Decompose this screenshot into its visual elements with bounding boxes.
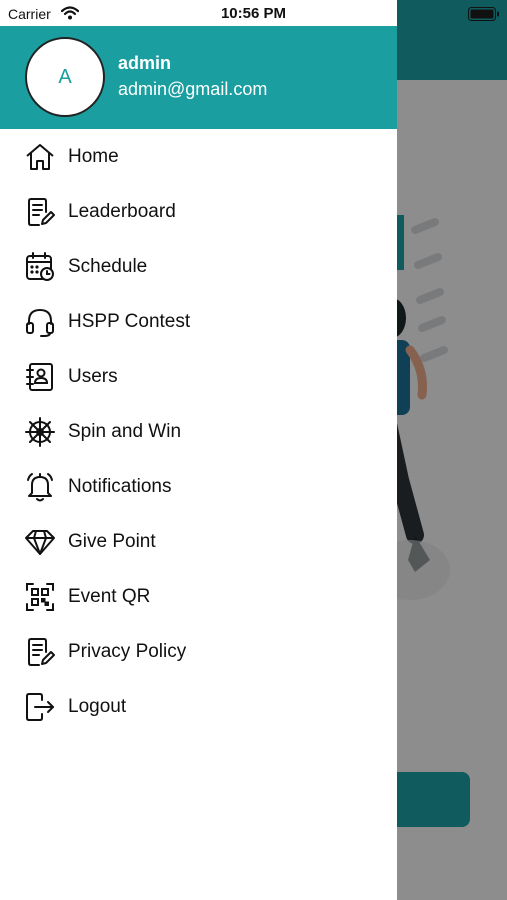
menu-item-leaderboard[interactable]: Leaderboard (0, 184, 397, 239)
menu-label-privacy-policy: Privacy Policy (68, 641, 187, 662)
menu-label-home: Home (68, 146, 119, 167)
calendar-clock-icon (24, 251, 56, 283)
menu-item-event-qr[interactable]: Event QR (0, 569, 397, 624)
contact-book-icon (24, 361, 56, 393)
menu-item-users[interactable]: Users (0, 349, 397, 404)
clock: 10:56 PM (220, 5, 287, 22)
menu-item-notifications[interactable]: Notifications (0, 459, 397, 514)
status-bar: Carrier 10:56 PM (0, 0, 507, 27)
diamond-icon (24, 526, 56, 558)
qr-code-icon (24, 581, 56, 613)
menu-item-give-point[interactable]: Give Point (0, 514, 397, 569)
drawer-menu: Home Leaderboard Schedule HSPP Contest U… (0, 129, 397, 734)
user-name: admin (118, 53, 172, 73)
menu-label-spin-and-win: Spin and Win (68, 421, 182, 442)
logout-icon (24, 691, 56, 723)
menu-label-notifications: Notifications (68, 476, 172, 497)
home-icon (24, 141, 56, 173)
menu-label-hspp-contest: HSPP Contest (68, 311, 191, 332)
ship-wheel-icon (24, 416, 56, 448)
document-edit-icon (24, 636, 56, 668)
bell-icon (24, 471, 56, 503)
menu-label-logout: Logout (68, 696, 127, 717)
headset-icon (24, 306, 56, 338)
menu-label-schedule: Schedule (68, 256, 148, 277)
menu-item-hspp-contest[interactable]: HSPP Contest (0, 294, 397, 349)
menu-item-privacy-policy[interactable]: Privacy Policy (0, 624, 397, 679)
drawer-header: A admin admin@gmail.com (0, 26, 397, 129)
battery-icon (468, 7, 499, 21)
avatar[interactable]: A (25, 37, 105, 117)
menu-label-give-point: Give Point (68, 531, 156, 552)
menu-label-users: Users (68, 366, 118, 387)
menu-item-schedule[interactable]: Schedule (0, 239, 397, 294)
menu-item-spin-and-win[interactable]: Spin and Win (0, 404, 397, 459)
navigation-drawer: A admin admin@gmail.com Home Leaderboard… (0, 0, 397, 900)
menu-label-leaderboard: Leaderboard (68, 201, 176, 222)
user-email: admin@gmail.com (118, 79, 268, 99)
menu-item-home[interactable]: Home (0, 129, 397, 184)
menu-item-logout[interactable]: Logout (0, 679, 397, 734)
menu-label-event-qr: Event QR (68, 586, 151, 607)
document-edit-icon (24, 196, 56, 228)
